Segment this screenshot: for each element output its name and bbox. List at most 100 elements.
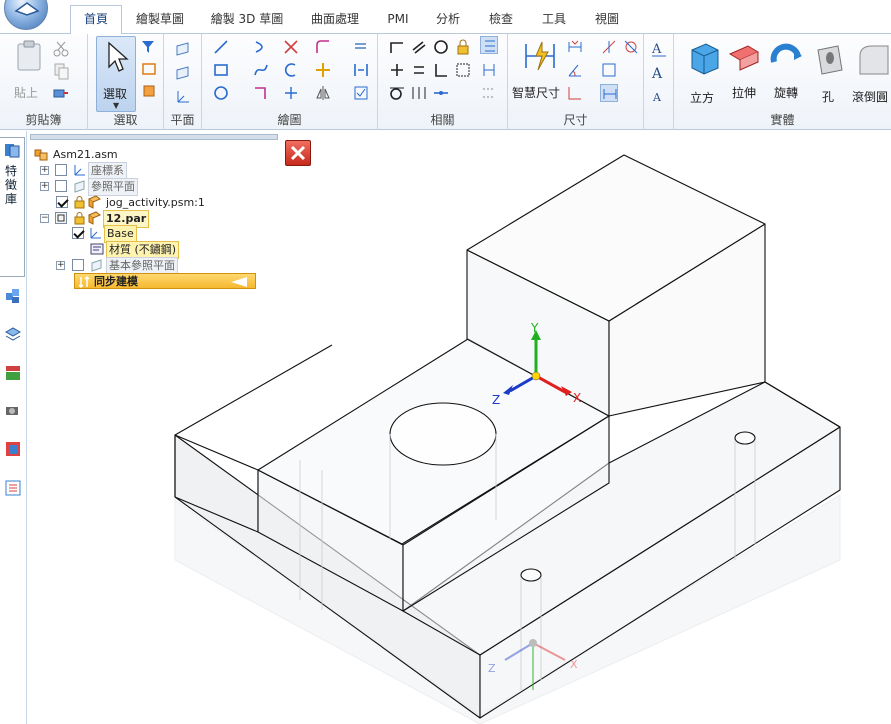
extrude-button[interactable]: 拉伸 <box>732 84 756 101</box>
concentric-icon[interactable] <box>432 38 450 56</box>
layers-icon[interactable] <box>4 325 22 343</box>
mirror-icon[interactable] <box>314 84 332 102</box>
coordinate-dimension-icon[interactable] <box>566 84 584 102</box>
visibility-checkbox[interactable] <box>72 227 84 239</box>
cut-icon[interactable] <box>52 40 70 58</box>
select-box-icon[interactable] <box>140 60 158 78</box>
tree-node-synchronous[interactable]: 同步建模 <box>74 273 256 289</box>
assembly-file-icon <box>34 149 48 161</box>
feature-library-label: 特徵庫 <box>5 164 18 206</box>
angle-dimension-icon[interactable] <box>566 61 584 79</box>
offset-icon[interactable] <box>282 61 300 79</box>
text-increase-icon[interactable]: A <box>650 64 668 82</box>
visibility-checkbox[interactable] <box>55 180 67 192</box>
plane-icon[interactable] <box>174 40 192 58</box>
select-tool-button[interactable]: 選取 ▼ <box>96 36 136 112</box>
rigid-icon[interactable] <box>454 61 472 79</box>
round-icon[interactable] <box>854 42 890 78</box>
smart-dimension-button[interactable]: 智慧尺寸 <box>512 84 560 101</box>
expand-icon[interactable]: + <box>40 182 49 191</box>
tab-view[interactable]: 視圖 <box>582 6 632 34</box>
hole-icon[interactable] <box>812 42 848 78</box>
filter-icon[interactable] <box>140 38 158 56</box>
text-decrease-icon[interactable]: A <box>650 88 668 106</box>
properties-icon[interactable] <box>4 479 22 497</box>
select-component-icon[interactable] <box>140 82 158 100</box>
tab-surfacing[interactable]: 曲面處理 <box>300 6 370 34</box>
dimension-style-icon[interactable] <box>600 84 618 102</box>
text-style-icon[interactable]: A <box>650 40 668 58</box>
perpendicular-icon[interactable] <box>432 61 450 79</box>
expand-icon[interactable]: + <box>56 261 65 270</box>
relationship-handles-icon[interactable] <box>480 36 498 54</box>
extend-icon[interactable] <box>282 84 300 102</box>
tangent-icon[interactable] <box>388 84 406 102</box>
paste-button[interactable]: 貼上 <box>14 84 38 101</box>
move-icon[interactable] <box>314 61 332 79</box>
tab-inspect[interactable]: 檢查 <box>476 6 526 34</box>
parallel-icon[interactable] <box>410 38 428 56</box>
corner-icon[interactable] <box>252 84 270 102</box>
coordinate-system-icon[interactable] <box>174 88 192 106</box>
tab-feature-library[interactable]: 特徵庫 <box>0 137 25 277</box>
collapse-icon[interactable]: − <box>40 214 49 223</box>
connect-icon[interactable] <box>388 38 406 56</box>
fillet-sketch-icon[interactable] <box>314 38 332 56</box>
camera-icon[interactable] <box>4 402 22 420</box>
equal-icon[interactable] <box>410 61 428 79</box>
arc-icon[interactable] <box>252 38 270 56</box>
symmetric-icon[interactable] <box>410 84 428 102</box>
hole-button[interactable]: 孔 <box>822 88 834 105</box>
format-painter-icon[interactable] <box>52 84 70 102</box>
tab-3d-sketch[interactable]: 繪製 3D 草圖 <box>200 6 294 34</box>
convert-icon[interactable] <box>352 84 370 102</box>
sensors-icon[interactable] <box>4 364 22 382</box>
rectangle-icon[interactable] <box>212 61 230 79</box>
render-icon[interactable] <box>4 440 22 458</box>
collinear-icon[interactable] <box>432 84 450 102</box>
visibility-checkbox[interactable] <box>55 164 67 176</box>
symmetric-diameter-icon[interactable] <box>600 38 618 56</box>
group-dimension: 智慧尺寸 尺寸 <box>508 34 644 130</box>
project-icon[interactable] <box>352 38 370 56</box>
revolve-button[interactable]: 旋轉 <box>774 84 798 101</box>
tab-analyze[interactable]: 分析 <box>426 6 470 34</box>
visibility-checkbox[interactable] <box>55 212 67 224</box>
tab-draw-sketch[interactable]: 繪製草圖 <box>126 6 194 34</box>
angular-coordinate-icon[interactable] <box>622 38 640 56</box>
part-model[interactable] <box>174 154 841 719</box>
cube-button[interactable]: 立方 <box>690 89 714 106</box>
visibility-checkbox[interactable] <box>72 259 84 271</box>
set-relations-icon[interactable] <box>480 84 498 102</box>
curve-icon[interactable] <box>252 61 270 79</box>
visibility-checkbox[interactable] <box>56 196 68 208</box>
maintain-icon[interactable] <box>480 61 498 79</box>
tab-tools[interactable]: 工具 <box>532 6 576 34</box>
include-icon[interactable] <box>352 61 370 79</box>
distance-dimension-icon[interactable] <box>566 38 584 56</box>
pane-splitter[interactable] <box>30 134 278 140</box>
extrude-icon[interactable] <box>726 40 762 76</box>
round-button[interactable]: 滾倒圓 <box>852 88 888 105</box>
smart-dimension-icon[interactable] <box>522 38 558 74</box>
dimension-axis-icon[interactable] <box>600 61 618 79</box>
midpoint-icon[interactable] <box>388 61 406 79</box>
cube-icon[interactable] <box>686 40 722 76</box>
group-annotation: A A A <box>644 34 674 130</box>
lock-icon[interactable] <box>454 38 472 56</box>
app-logo-icon <box>14 2 40 16</box>
assembly-icon[interactable] <box>4 287 22 305</box>
triad-z-label: Z <box>492 393 500 407</box>
plane-offset-icon[interactable] <box>174 64 192 82</box>
close-button[interactable] <box>285 140 311 166</box>
copy-icon[interactable] <box>52 62 70 80</box>
tab-pmi[interactable]: PMI <box>376 6 420 34</box>
application-button[interactable] <box>4 0 48 30</box>
paste-icon[interactable] <box>12 38 48 74</box>
line-icon[interactable] <box>212 38 230 56</box>
trim-icon[interactable] <box>282 38 300 56</box>
expand-icon[interactable]: + <box>40 166 49 175</box>
circle-icon[interactable] <box>212 84 230 102</box>
revolve-icon[interactable] <box>768 40 804 76</box>
tab-home[interactable]: 首頁 <box>70 5 122 35</box>
